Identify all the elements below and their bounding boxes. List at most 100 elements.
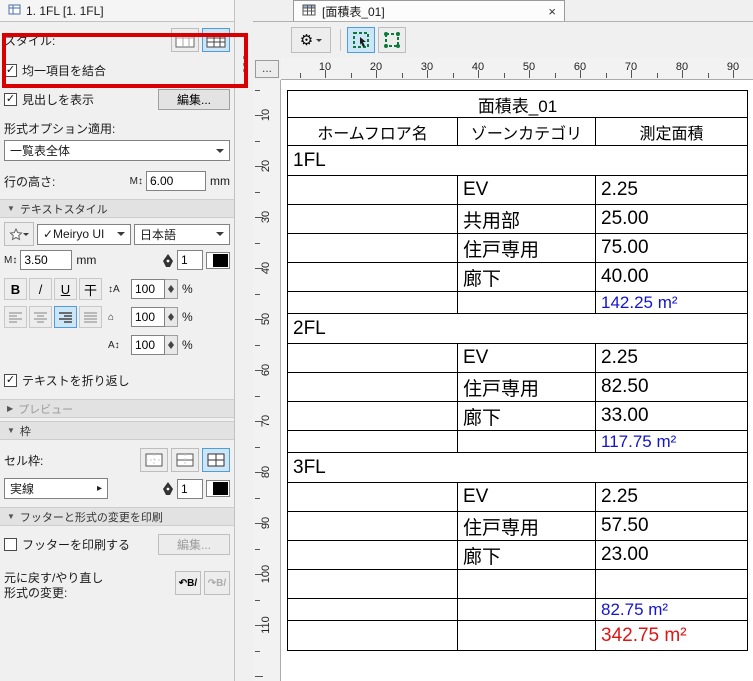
line-spacing-stepper[interactable]: [165, 279, 178, 299]
align-justify-button[interactable]: [79, 306, 102, 328]
zone-category-cell[interactable]: EV: [457, 482, 596, 512]
floor-cell[interactable]: [287, 291, 458, 314]
frame-pen-input[interactable]: [177, 478, 203, 499]
line-spacing-input[interactable]: [131, 279, 165, 299]
panel-splitter[interactable]: [235, 0, 253, 681]
section-frame[interactable]: ▼ 枠: [0, 421, 234, 440]
floor-cell[interactable]: [287, 343, 458, 373]
align-center-button[interactable]: [29, 306, 52, 328]
floor-cell[interactable]: [287, 569, 458, 599]
width-factor-input[interactable]: [131, 307, 165, 327]
print-footer-checkbox[interactable]: フッターを印刷する: [4, 536, 130, 553]
zone-category-cell[interactable]: 住戸専用: [457, 511, 596, 541]
floor-cell[interactable]: [287, 262, 458, 292]
table-style-2-button[interactable]: [202, 28, 230, 52]
zone-category-cell[interactable]: 廊下: [457, 262, 596, 292]
measured-area-cell[interactable]: [595, 569, 748, 599]
schedule-canvas[interactable]: 面積表_01 ホームフロア名 ゾーンカテゴリ 測定面積 1FL EV 2.25 共用部…: [281, 80, 753, 681]
edit-zone-button[interactable]: [378, 27, 406, 53]
undo-format-button[interactable]: ↶B/: [175, 571, 201, 595]
align-right-button[interactable]: [54, 306, 77, 328]
frame-pen-color-swatch[interactable]: [206, 480, 230, 497]
column-header-measured-area[interactable]: 測定面積: [595, 117, 748, 146]
char-spacing-stepper[interactable]: [165, 335, 178, 355]
wrap-text-checkbox[interactable]: ✓ テキストを折り返し: [4, 369, 230, 391]
border-all-button[interactable]: [202, 448, 230, 472]
floor-name-cell[interactable]: 3FL: [287, 452, 748, 483]
measured-area-cell[interactable]: 75.00: [595, 233, 748, 263]
close-icon[interactable]: ×: [548, 4, 556, 19]
zone-category-cell[interactable]: [457, 569, 596, 599]
floor-cell[interactable]: [287, 175, 458, 205]
floor-cell[interactable]: [287, 430, 458, 453]
floor-cell[interactable]: [287, 620, 458, 651]
measured-area-cell[interactable]: 82.50: [595, 372, 748, 402]
floor-plan-tab[interactable]: 1. 1FL [1. 1FL]: [0, 0, 234, 22]
edit-footer-button[interactable]: 編集...: [158, 533, 230, 555]
bold-button[interactable]: B: [4, 278, 27, 300]
show-heading-checkbox[interactable]: ✓ 見出しを表示: [4, 91, 94, 108]
column-header-zone-category[interactable]: ゾーンカテゴリ: [457, 117, 596, 146]
floor-cell[interactable]: [287, 482, 458, 512]
floor-cell[interactable]: [287, 540, 458, 570]
section-text-style[interactable]: ▼ テキストスタイル: [0, 199, 234, 218]
merge-uniform-items-checkbox[interactable]: ✓ 均一項目を結合: [4, 59, 230, 81]
schedule-tab[interactable]: [面積表_01] ×: [293, 0, 565, 21]
border-outline-button[interactable]: [140, 448, 168, 472]
table-style-1-button[interactable]: [171, 28, 199, 52]
redo-format-button[interactable]: ↷B/: [204, 571, 230, 595]
floor-cell[interactable]: [287, 511, 458, 541]
align-left-button[interactable]: [4, 306, 27, 328]
zone-category-cell[interactable]: [457, 291, 596, 314]
measured-area-cell[interactable]: 2.25: [595, 343, 748, 373]
zone-category-cell[interactable]: [457, 598, 596, 621]
font-dropdown[interactable]: ✓Meiryo UI: [37, 223, 131, 245]
ruler-options-button[interactable]: ...: [255, 60, 279, 78]
zone-category-cell[interactable]: [457, 620, 596, 651]
floor-cell[interactable]: [287, 372, 458, 402]
floor-subtotal-cell[interactable]: 117.75 m²: [595, 430, 748, 453]
settings-gear-button[interactable]: ⚙: [291, 27, 331, 53]
measured-area-cell[interactable]: 25.00: [595, 204, 748, 234]
floor-name-cell[interactable]: 2FL: [287, 313, 748, 344]
zone-category-cell[interactable]: 住戸専用: [457, 233, 596, 263]
border-horizontal-button[interactable]: [171, 448, 199, 472]
section-footer[interactable]: ▼ フッターと形式の変更を印刷: [0, 507, 234, 526]
script-dropdown[interactable]: 日本語: [134, 223, 230, 245]
format-scope-dropdown[interactable]: 一覧表全体: [4, 140, 230, 161]
vertical-ruler[interactable]: 10 20 30 40 50 60 70 80 90 100 110: [253, 80, 281, 681]
grand-total-cell[interactable]: 342.75 m²: [595, 620, 748, 651]
floor-cell[interactable]: [287, 401, 458, 431]
horizontal-ruler[interactable]: 10 20 30 40 50 60 70 80 90: [281, 58, 753, 80]
measured-area-cell[interactable]: 57.50: [595, 511, 748, 541]
measured-area-cell[interactable]: 40.00: [595, 262, 748, 292]
zone-category-cell[interactable]: 共用部: [457, 204, 596, 234]
measured-area-cell[interactable]: 2.25: [595, 175, 748, 205]
floor-cell[interactable]: [287, 204, 458, 234]
floor-subtotal-cell[interactable]: 142.25 m²: [595, 291, 748, 314]
underline-button[interactable]: U: [54, 278, 77, 300]
measured-area-cell[interactable]: 23.00: [595, 540, 748, 570]
table-title[interactable]: 面積表_01: [287, 90, 748, 118]
measured-area-cell[interactable]: 2.25: [595, 482, 748, 512]
measured-area-cell[interactable]: 33.00: [595, 401, 748, 431]
floor-name-cell[interactable]: 1FL: [287, 145, 748, 176]
zone-category-cell[interactable]: EV: [457, 343, 596, 373]
zone-category-cell[interactable]: 廊下: [457, 540, 596, 570]
zone-category-cell[interactable]: [457, 430, 596, 453]
zone-category-cell[interactable]: 廊下: [457, 401, 596, 431]
text-pen-input[interactable]: [177, 250, 203, 270]
row-height-input[interactable]: [146, 171, 206, 191]
text-pen-color-swatch[interactable]: [206, 251, 230, 269]
char-spacing-input[interactable]: [131, 335, 165, 355]
font-size-input[interactable]: [20, 250, 73, 270]
floor-cell[interactable]: [287, 233, 458, 263]
edit-heading-button[interactable]: 編集...: [158, 88, 230, 110]
line-type-dropdown[interactable]: 実線 ▸: [4, 478, 108, 499]
zone-category-cell[interactable]: 住戸専用: [457, 372, 596, 402]
section-preview[interactable]: ▶ プレビュー: [0, 399, 234, 418]
favorite-text-style-button[interactable]: [4, 222, 34, 246]
strikethrough-button[interactable]: 干: [79, 278, 102, 300]
width-factor-stepper[interactable]: [165, 307, 178, 327]
zone-category-cell[interactable]: EV: [457, 175, 596, 205]
